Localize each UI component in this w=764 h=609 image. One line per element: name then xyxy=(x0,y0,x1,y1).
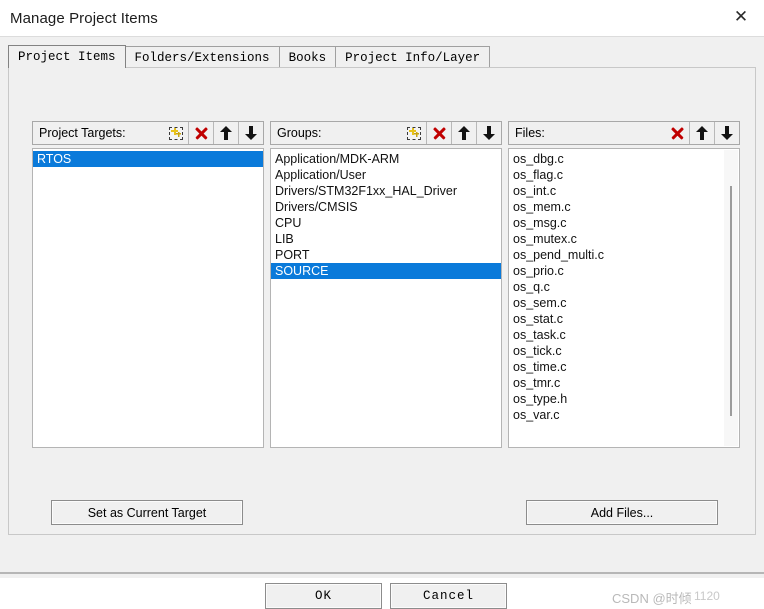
scrollbar-thumb[interactable] xyxy=(730,186,732,416)
list-item[interactable]: os_stat.c xyxy=(509,311,739,327)
project-targets-panel: Project Targets: RTOS xyxy=(32,121,264,448)
move-down-icon[interactable] xyxy=(238,122,263,144)
groups-label: Groups: xyxy=(277,126,322,140)
tab-label: Project Info/Layer xyxy=(345,50,481,65)
groups-header: Groups: xyxy=(270,121,502,145)
list-item[interactable]: CPU xyxy=(271,215,501,231)
project-targets-header: Project Targets: xyxy=(32,121,264,145)
dialog-body: Project Items Folders/Extensions Books P… xyxy=(0,36,764,609)
list-item[interactable]: os_tmr.c xyxy=(509,375,739,391)
move-down-icon[interactable] xyxy=(714,122,739,144)
set-as-current-target-button[interactable]: Set as Current Target xyxy=(51,500,243,525)
groups-list[interactable]: Application/MDK-ARM Application/User Dri… xyxy=(270,148,502,448)
list-item[interactable]: Drivers/CMSIS xyxy=(271,199,501,215)
list-item[interactable]: os_var.c xyxy=(509,407,739,423)
window-title: Manage Project Items xyxy=(10,9,158,27)
files-toolbar xyxy=(665,122,739,144)
list-item[interactable]: os_pend_multi.c xyxy=(509,247,739,263)
delete-icon[interactable] xyxy=(426,122,451,144)
tab-label: Project Items xyxy=(18,50,116,64)
list-item[interactable]: PORT xyxy=(271,247,501,263)
tab-strip: Project Items Folders/Extensions Books P… xyxy=(8,45,756,68)
move-up-icon[interactable] xyxy=(213,122,238,144)
cancel-button[interactable]: Cancel xyxy=(390,583,507,609)
files-panel: Files: os_dbg.c os_flag.c os_int.c os_me… xyxy=(508,121,740,448)
tab-label: Books xyxy=(288,50,327,65)
list-item[interactable]: LIB xyxy=(271,231,501,247)
new-item-icon[interactable] xyxy=(402,122,426,144)
list-item[interactable]: Drivers/STM32F1xx_HAL_Driver xyxy=(271,183,501,199)
list-item[interactable]: os_dbg.c xyxy=(509,151,739,167)
delete-icon[interactable] xyxy=(665,122,689,144)
watermark-text: CSDN @时倾 xyxy=(612,591,692,606)
project-targets-list[interactable]: RTOS xyxy=(32,148,264,448)
tab-project-info-layer[interactable]: Project Info/Layer xyxy=(335,46,491,68)
list-item[interactable]: os_mem.c xyxy=(509,199,739,215)
list-item[interactable]: RTOS xyxy=(33,151,263,167)
tab-books[interactable]: Books xyxy=(278,46,337,68)
list-item[interactable]: os_prio.c xyxy=(509,263,739,279)
groups-toolbar xyxy=(402,122,501,144)
ok-button[interactable]: OK xyxy=(265,583,382,609)
files-header: Files: xyxy=(508,121,740,145)
list-item[interactable]: os_time.c xyxy=(509,359,739,375)
groups-panel: Groups: Application/MDK-ARM Application/… xyxy=(270,121,502,448)
footer-separator xyxy=(0,572,764,574)
list-item[interactable]: os_flag.c xyxy=(509,167,739,183)
tab-folders-extensions[interactable]: Folders/Extensions xyxy=(124,46,280,68)
tab-label: Folders/Extensions xyxy=(134,50,270,65)
files-list-scrollbar[interactable] xyxy=(724,150,738,446)
tab-project-items[interactable]: Project Items xyxy=(8,45,126,68)
close-icon[interactable]: ✕ xyxy=(718,0,764,34)
move-down-icon[interactable] xyxy=(476,122,501,144)
add-files-button[interactable]: Add Files... xyxy=(526,500,718,525)
list-item[interactable]: os_type.h xyxy=(509,391,739,407)
move-up-icon[interactable] xyxy=(451,122,476,144)
list-item[interactable]: os_sem.c xyxy=(509,295,739,311)
watermark-overlay: 1120 xyxy=(694,589,720,603)
delete-icon[interactable] xyxy=(188,122,213,144)
list-item[interactable]: os_tick.c xyxy=(509,343,739,359)
list-item[interactable]: os_int.c xyxy=(509,183,739,199)
list-item[interactable]: os_msg.c xyxy=(509,215,739,231)
project-targets-toolbar xyxy=(164,122,263,144)
new-item-icon[interactable] xyxy=(164,122,188,144)
watermark: CSDN @时倾 1120 xyxy=(612,588,720,607)
files-list[interactable]: os_dbg.c os_flag.c os_int.c os_mem.c os_… xyxy=(508,148,740,448)
list-item[interactable]: os_q.c xyxy=(509,279,739,295)
list-item[interactable]: os_mutex.c xyxy=(509,231,739,247)
list-item[interactable]: os_task.c xyxy=(509,327,739,343)
files-label: Files: xyxy=(515,126,545,140)
move-up-icon[interactable] xyxy=(689,122,714,144)
title-bar: Manage Project Items ✕ xyxy=(0,0,764,36)
list-item[interactable]: Application/User xyxy=(271,167,501,183)
project-targets-label: Project Targets: xyxy=(39,126,126,140)
list-item[interactable]: SOURCE xyxy=(271,263,501,279)
list-item[interactable]: Application/MDK-ARM xyxy=(271,151,501,167)
